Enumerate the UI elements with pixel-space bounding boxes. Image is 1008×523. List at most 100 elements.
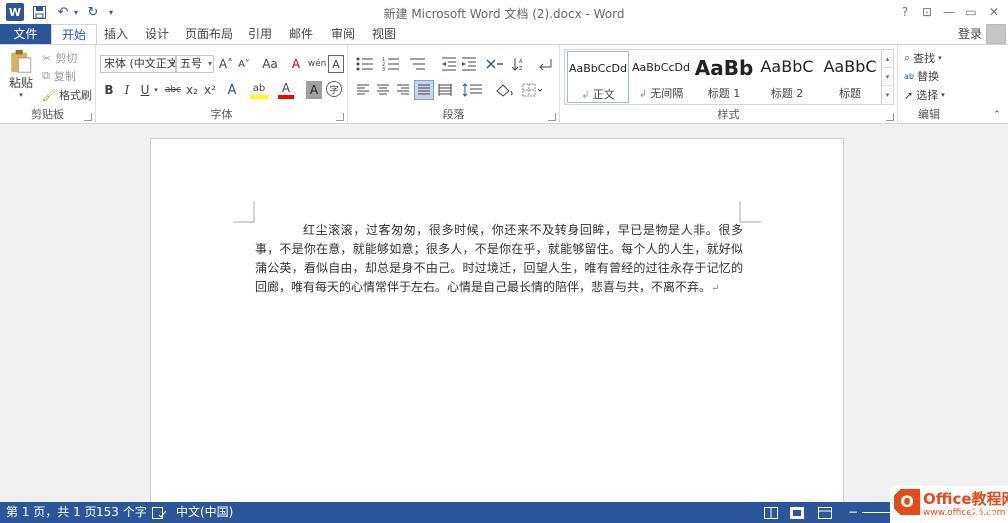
word-count[interactable]: 153 个字 xyxy=(96,502,147,523)
margin-corner-top-right xyxy=(739,201,761,223)
clipboard-launcher-icon[interactable] xyxy=(84,113,92,121)
clipboard-group: 粘贴 ▾ ✂ 剪切 ⧉ 复制 🖌 格式刷 剪贴板 xyxy=(0,45,96,124)
login-link[interactable]: 登录 xyxy=(958,24,982,44)
tab-review[interactable]: 审阅 xyxy=(324,24,362,44)
ribbon-display-options-button[interactable]: ⊡ xyxy=(916,2,938,22)
character-shading-button[interactable]: A xyxy=(306,81,322,99)
font-name-dropdown-icon: ▾ xyxy=(169,59,174,68)
help-button[interactable]: ? xyxy=(894,2,916,22)
bold-button[interactable]: B xyxy=(102,81,116,99)
tab-design[interactable]: 设计 xyxy=(138,24,176,44)
style-heading-1[interactable]: AaBb 标题 1 xyxy=(693,51,755,103)
document-paragraph[interactable]: 红尘滚滚，过客匆匆，很多时候，你还来不及转身回眸，早已是物是人非。很多事，不是你… xyxy=(255,221,743,298)
minimize-button[interactable]: — xyxy=(938,2,960,22)
select-label: 选择 xyxy=(916,89,939,102)
line-spacing-button[interactable] xyxy=(460,81,486,99)
proofing-icon[interactable] xyxy=(152,502,167,523)
styles-group-label: 样式 xyxy=(717,108,740,121)
web-layout-icon[interactable] xyxy=(818,502,832,523)
tab-view[interactable]: 视图 xyxy=(366,24,402,44)
tab-mailings[interactable]: 邮件 xyxy=(282,24,320,44)
avatar[interactable] xyxy=(986,24,1006,44)
change-case-button[interactable]: Aa xyxy=(258,55,282,73)
show-hide-marks-button[interactable] xyxy=(536,55,554,73)
underline-dropdown-icon[interactable]: ▾ xyxy=(152,81,160,99)
clipboard-group-label: 剪贴板 xyxy=(31,108,64,121)
phonetic-guide-button[interactable]: wén xyxy=(308,55,327,73)
zoom-level[interactable]: 100% xyxy=(962,502,996,523)
paste-button[interactable]: 粘贴 ▾ xyxy=(6,49,36,99)
chinese-layout-button[interactable] xyxy=(484,55,506,73)
style-normal[interactable]: AaBbCcDd ↲ 正文 xyxy=(567,51,629,103)
strikethrough-button[interactable]: abc xyxy=(164,81,182,99)
shrink-font-button[interactable]: A˅ xyxy=(236,55,252,73)
character-border-button[interactable]: A xyxy=(328,55,344,73)
gallery-up-icon[interactable]: ▴ xyxy=(882,50,893,68)
align-right-button[interactable] xyxy=(394,81,412,99)
find-button[interactable]: ⌕ 查找 ▾ xyxy=(904,50,942,66)
margin-corner-top-left xyxy=(233,201,255,223)
superscript-button[interactable]: x² xyxy=(202,81,218,99)
svg-text:Z: Z xyxy=(519,66,523,71)
italic-button[interactable]: I xyxy=(120,81,134,99)
align-left-icon xyxy=(357,84,369,95)
style-title[interactable]: AaBbC 标题 xyxy=(819,51,881,103)
page-count[interactable]: 第 1 页，共 1 页 xyxy=(6,502,97,523)
style-heading-2[interactable]: AaBbC 标题 2 xyxy=(756,51,818,103)
replace-button[interactable]: ab 替换 xyxy=(904,68,939,84)
tab-page-layout[interactable]: 页面布局 xyxy=(180,24,238,44)
distributed-button[interactable] xyxy=(436,81,454,99)
sort-button[interactable]: AZ xyxy=(510,55,528,73)
paragraph-launcher-icon[interactable] xyxy=(548,113,556,121)
font-size-combo[interactable]: 五号 ▾ xyxy=(176,55,214,73)
zoom-out-icon[interactable]: − xyxy=(848,502,858,523)
shading-button[interactable] xyxy=(492,81,518,99)
font-name-combo[interactable]: 宋体 (中文正文 ▾ xyxy=(100,55,176,73)
copy-button[interactable]: ⧉ 复制 xyxy=(42,68,76,84)
font-size-value: 五号 xyxy=(180,57,202,70)
cut-button[interactable]: ✂ 剪切 xyxy=(42,50,77,66)
align-center-button[interactable] xyxy=(374,81,392,99)
justify-button[interactable] xyxy=(414,80,434,100)
language-indicator[interactable]: 中文(中国) xyxy=(176,502,233,523)
format-painter-icon: 🖌 xyxy=(42,88,56,102)
tab-insert[interactable]: 插入 xyxy=(97,24,135,44)
document-page[interactable]: 红尘滚滚，过客匆匆，很多时候，你还来不及转身回眸，早已是物是人非。很多事，不是你… xyxy=(150,138,844,502)
select-button[interactable]: ➚ 选择 ▾ xyxy=(904,87,945,103)
gallery-down-icon[interactable]: ▾ xyxy=(882,68,893,86)
styles-launcher-icon[interactable] xyxy=(886,113,894,121)
font-color-button[interactable]: A xyxy=(278,81,294,99)
bullets-button[interactable] xyxy=(354,55,376,73)
multilevel-list-button[interactable] xyxy=(406,55,428,73)
enclose-characters-button[interactable]: 字 xyxy=(326,81,342,97)
print-layout-icon[interactable] xyxy=(790,502,804,523)
format-painter-button[interactable]: 🖌 格式刷 xyxy=(42,87,92,103)
cursor-icon: ➚ xyxy=(904,88,914,102)
align-left-button[interactable] xyxy=(354,81,372,99)
numbering-button[interactable]: 123 xyxy=(380,55,402,73)
subscript-button[interactable]: x₂ xyxy=(184,81,200,99)
align-center-icon xyxy=(377,84,389,95)
decrease-indent-button[interactable] xyxy=(440,55,458,73)
underline-button[interactable]: U xyxy=(138,81,152,99)
read-mode-icon[interactable] xyxy=(764,502,778,523)
paste-dropdown-icon: ▾ xyxy=(19,91,23,99)
tab-home[interactable]: 开始 xyxy=(51,24,97,45)
numbering-icon: 123 xyxy=(382,57,399,71)
style-no-spacing[interactable]: AaBbCcDd ↲ 无间隔 xyxy=(630,51,692,103)
gallery-more-icon[interactable]: ▾ xyxy=(882,86,893,104)
collapse-ribbon-icon[interactable]: ⌃ xyxy=(990,109,1004,121)
close-button[interactable]: ✕ xyxy=(983,2,1005,22)
tab-file[interactable]: 文件 xyxy=(0,24,51,44)
tab-references[interactable]: 引用 xyxy=(242,24,278,44)
highlight-button[interactable]: ab xyxy=(250,81,268,99)
vertical-scrollbar[interactable] xyxy=(991,125,1008,502)
restore-button[interactable]: ▭ xyxy=(960,2,982,22)
grow-font-button[interactable]: A˄ xyxy=(218,55,234,73)
borders-button[interactable] xyxy=(520,81,546,99)
increase-indent-button[interactable] xyxy=(460,55,478,73)
font-launcher-icon[interactable] xyxy=(336,113,344,121)
text-effects-button[interactable]: A xyxy=(224,81,240,99)
clear-formatting-button[interactable]: A xyxy=(288,55,304,73)
svg-text:A: A xyxy=(519,59,523,65)
